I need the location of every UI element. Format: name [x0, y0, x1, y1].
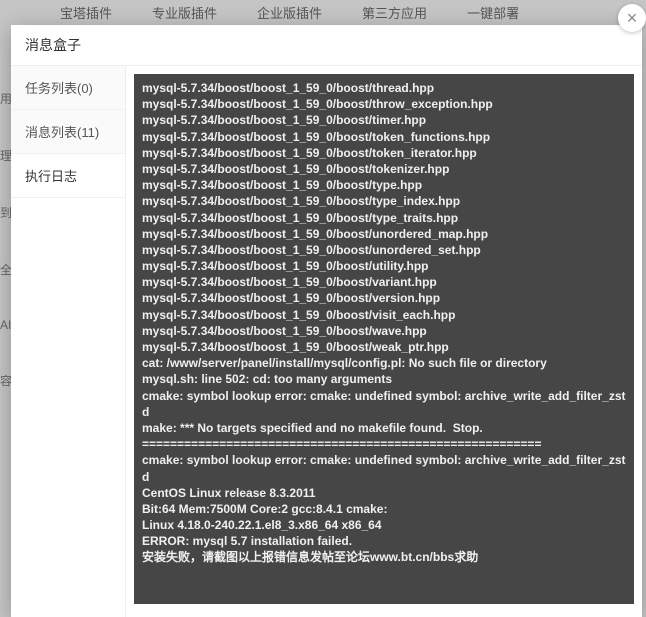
bg-tab[interactable]: 宝塔插件: [60, 3, 112, 22]
close-button[interactable]: ×: [618, 4, 646, 32]
message-box-modal: 消息盒子 任务列表(0) 消息列表(11) 执行日志 mysql-5.7.34/…: [11, 25, 642, 617]
tab-message-list[interactable]: 消息列表(11): [11, 110, 125, 154]
bg-tab[interactable]: 企业版插件: [257, 3, 322, 22]
bg-tab[interactable]: 专业版插件: [152, 3, 217, 22]
close-icon: ×: [627, 8, 638, 29]
modal-body: 任务列表(0) 消息列表(11) 执行日志 mysql-5.7.34/boost…: [11, 66, 642, 617]
log-output[interactable]: mysql-5.7.34/boost/boost_1_59_0/boost/th…: [134, 74, 634, 604]
log-panel: mysql-5.7.34/boost/boost_1_59_0/boost/th…: [126, 66, 642, 617]
tab-task-list[interactable]: 任务列表(0): [11, 66, 125, 110]
modal-title: 消息盒子: [11, 25, 642, 66]
bg-tab[interactable]: 一键部署: [467, 3, 519, 22]
tab-execution-log[interactable]: 执行日志: [11, 154, 125, 198]
background-tabs: 宝塔插件 专业版插件 企业版插件 第三方应用 一键部署: [0, 0, 646, 25]
side-tabs: 任务列表(0) 消息列表(11) 执行日志: [11, 66, 126, 617]
bg-tab[interactable]: 第三方应用: [362, 3, 427, 22]
